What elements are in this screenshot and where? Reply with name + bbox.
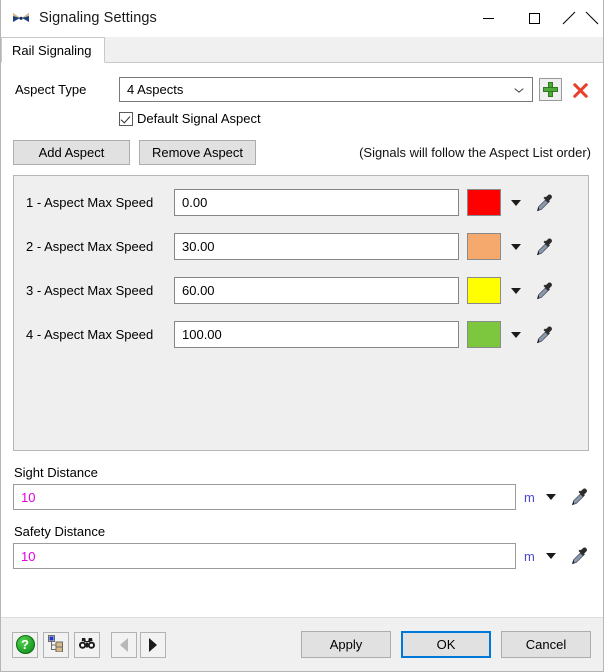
aspect-actions-row: Add Aspect Remove Aspect (Signals will f… [1, 140, 603, 165]
sight-distance-value: 10 [21, 489, 36, 505]
aspect-max-speed-input[interactable]: 60.00 [174, 277, 459, 304]
aspect-row: 1 - Aspect Max Speed 0.00 [14, 187, 588, 218]
default-signal-aspect-row: Default Signal Aspect [1, 111, 603, 126]
add-aspect-button[interactable]: Add Aspect [13, 140, 130, 165]
window-controls [465, 0, 603, 37]
sight-distance-unit: m [524, 489, 535, 505]
previous-button[interactable] [111, 631, 137, 658]
remove-aspect-button[interactable]: Remove Aspect [139, 140, 256, 165]
aspect-row: 4 - Aspect Max Speed 100.00 [14, 319, 588, 350]
signal-crossing-icon [11, 8, 31, 28]
window-title: Signaling Settings [39, 10, 157, 26]
aspect-color-swatch[interactable] [467, 233, 501, 260]
safety-distance-label: Safety Distance [14, 524, 106, 539]
sight-distance-block: Sight Distance 10 m [1, 451, 603, 510]
aspect-label: 2 - Aspect Max Speed [26, 239, 154, 254]
binoculars-icon [78, 634, 96, 655]
signaling-settings-window: Signaling Settings Rail Signaling Aspect… [0, 0, 604, 672]
aspect-row: 2 - Aspect Max Speed 30.00 [14, 231, 588, 262]
aspect-max-speed-input[interactable]: 0.00 [174, 189, 459, 216]
find-button[interactable] [74, 631, 100, 658]
eyedropper-icon[interactable] [569, 545, 591, 567]
aspect-list-panel: 1 - Aspect Max Speed 0.00 2 - Aspect Max… [13, 175, 589, 451]
aspect-color-swatch[interactable] [467, 277, 501, 304]
delete-aspect-type-button[interactable] [568, 78, 591, 101]
maximize-icon [528, 13, 540, 24]
aspect-color-dropdown-icon[interactable] [511, 243, 521, 250]
aspect-label: 1 - Aspect Max Speed [26, 195, 154, 210]
safety-distance-input[interactable]: 10 [13, 543, 516, 569]
apply-button[interactable]: Apply [301, 631, 391, 658]
aspect-row: 3 - Aspect Max Speed 60.00 [14, 275, 588, 306]
aspect-type-select[interactable]: 4 Aspects [119, 77, 533, 102]
add-aspect-type-button[interactable] [539, 78, 562, 101]
aspect-color-swatch[interactable] [467, 321, 501, 348]
previous-arrow-icon [120, 637, 128, 652]
eyedropper-icon[interactable] [534, 280, 556, 302]
default-signal-aspect-checkbox[interactable] [119, 111, 133, 126]
tab-strip: Rail Signaling [1, 37, 603, 63]
safety-distance-row: 10 m [13, 543, 591, 569]
dialog-action-buttons: Apply OK Cancel [291, 631, 591, 658]
minimize-button[interactable] [465, 0, 511, 37]
safety-distance-value: 10 [21, 548, 36, 564]
hierarchy-tree-icon [47, 634, 65, 655]
aspect-color-dropdown-icon[interactable] [511, 331, 521, 338]
aspect-order-hint: (Signals will follow the Aspect List ord… [359, 145, 591, 160]
close-button[interactable] [557, 0, 603, 37]
eyedropper-icon[interactable] [534, 192, 556, 214]
help-icon: ? [15, 635, 35, 654]
tab-rail-signaling[interactable]: Rail Signaling [1, 37, 105, 63]
next-arrow-icon [149, 637, 157, 652]
aspect-max-speed-input[interactable]: 100.00 [174, 321, 459, 348]
aspect-label: 4 - Aspect Max Speed [26, 327, 154, 342]
sight-distance-row: 10 m [13, 484, 591, 510]
sight-distance-input[interactable]: 10 [13, 484, 516, 510]
ok-button[interactable]: OK [401, 631, 491, 658]
tab-label: Rail Signaling [12, 42, 92, 58]
x-mark-icon [572, 82, 588, 98]
aspect-color-swatch[interactable] [467, 189, 501, 216]
eyedropper-icon[interactable] [534, 236, 556, 258]
help-button[interactable]: ? [12, 631, 38, 658]
title-bar: Signaling Settings [1, 0, 603, 37]
aspect-color-dropdown-icon[interactable] [511, 287, 521, 294]
aspect-label: 3 - Aspect Max Speed [26, 283, 154, 298]
sight-distance-dropdown-icon[interactable] [546, 494, 556, 500]
tab-content: Aspect Type 4 Aspects Default Signal Asp… [1, 63, 603, 671]
aspect-color-dropdown-icon[interactable] [511, 199, 521, 206]
sight-distance-label: Sight Distance [14, 465, 98, 480]
close-icon [574, 12, 587, 25]
eyedropper-icon[interactable] [569, 486, 591, 508]
aspect-type-value: 4 Aspects [127, 82, 184, 97]
chevron-down-icon [514, 84, 526, 96]
maximize-button[interactable] [511, 0, 557, 37]
plus-icon [543, 82, 558, 97]
dialog-footer: ? Apply OK Cancel [1, 617, 603, 671]
safety-distance-block: Safety Distance 10 m [1, 510, 603, 569]
default-signal-aspect-label: Default Signal Aspect [137, 111, 261, 126]
aspect-type-label: Aspect Type [15, 82, 87, 97]
eyedropper-icon[interactable] [534, 324, 556, 346]
cancel-button[interactable]: Cancel [501, 631, 591, 658]
safety-distance-dropdown-icon[interactable] [546, 553, 556, 559]
next-button[interactable] [140, 631, 166, 658]
aspect-max-speed-input[interactable]: 30.00 [174, 233, 459, 260]
aspect-type-row: Aspect Type 4 Aspects [1, 77, 603, 102]
hierarchy-button[interactable] [43, 631, 69, 658]
minimize-icon [482, 18, 494, 19]
safety-distance-unit: m [524, 548, 535, 564]
